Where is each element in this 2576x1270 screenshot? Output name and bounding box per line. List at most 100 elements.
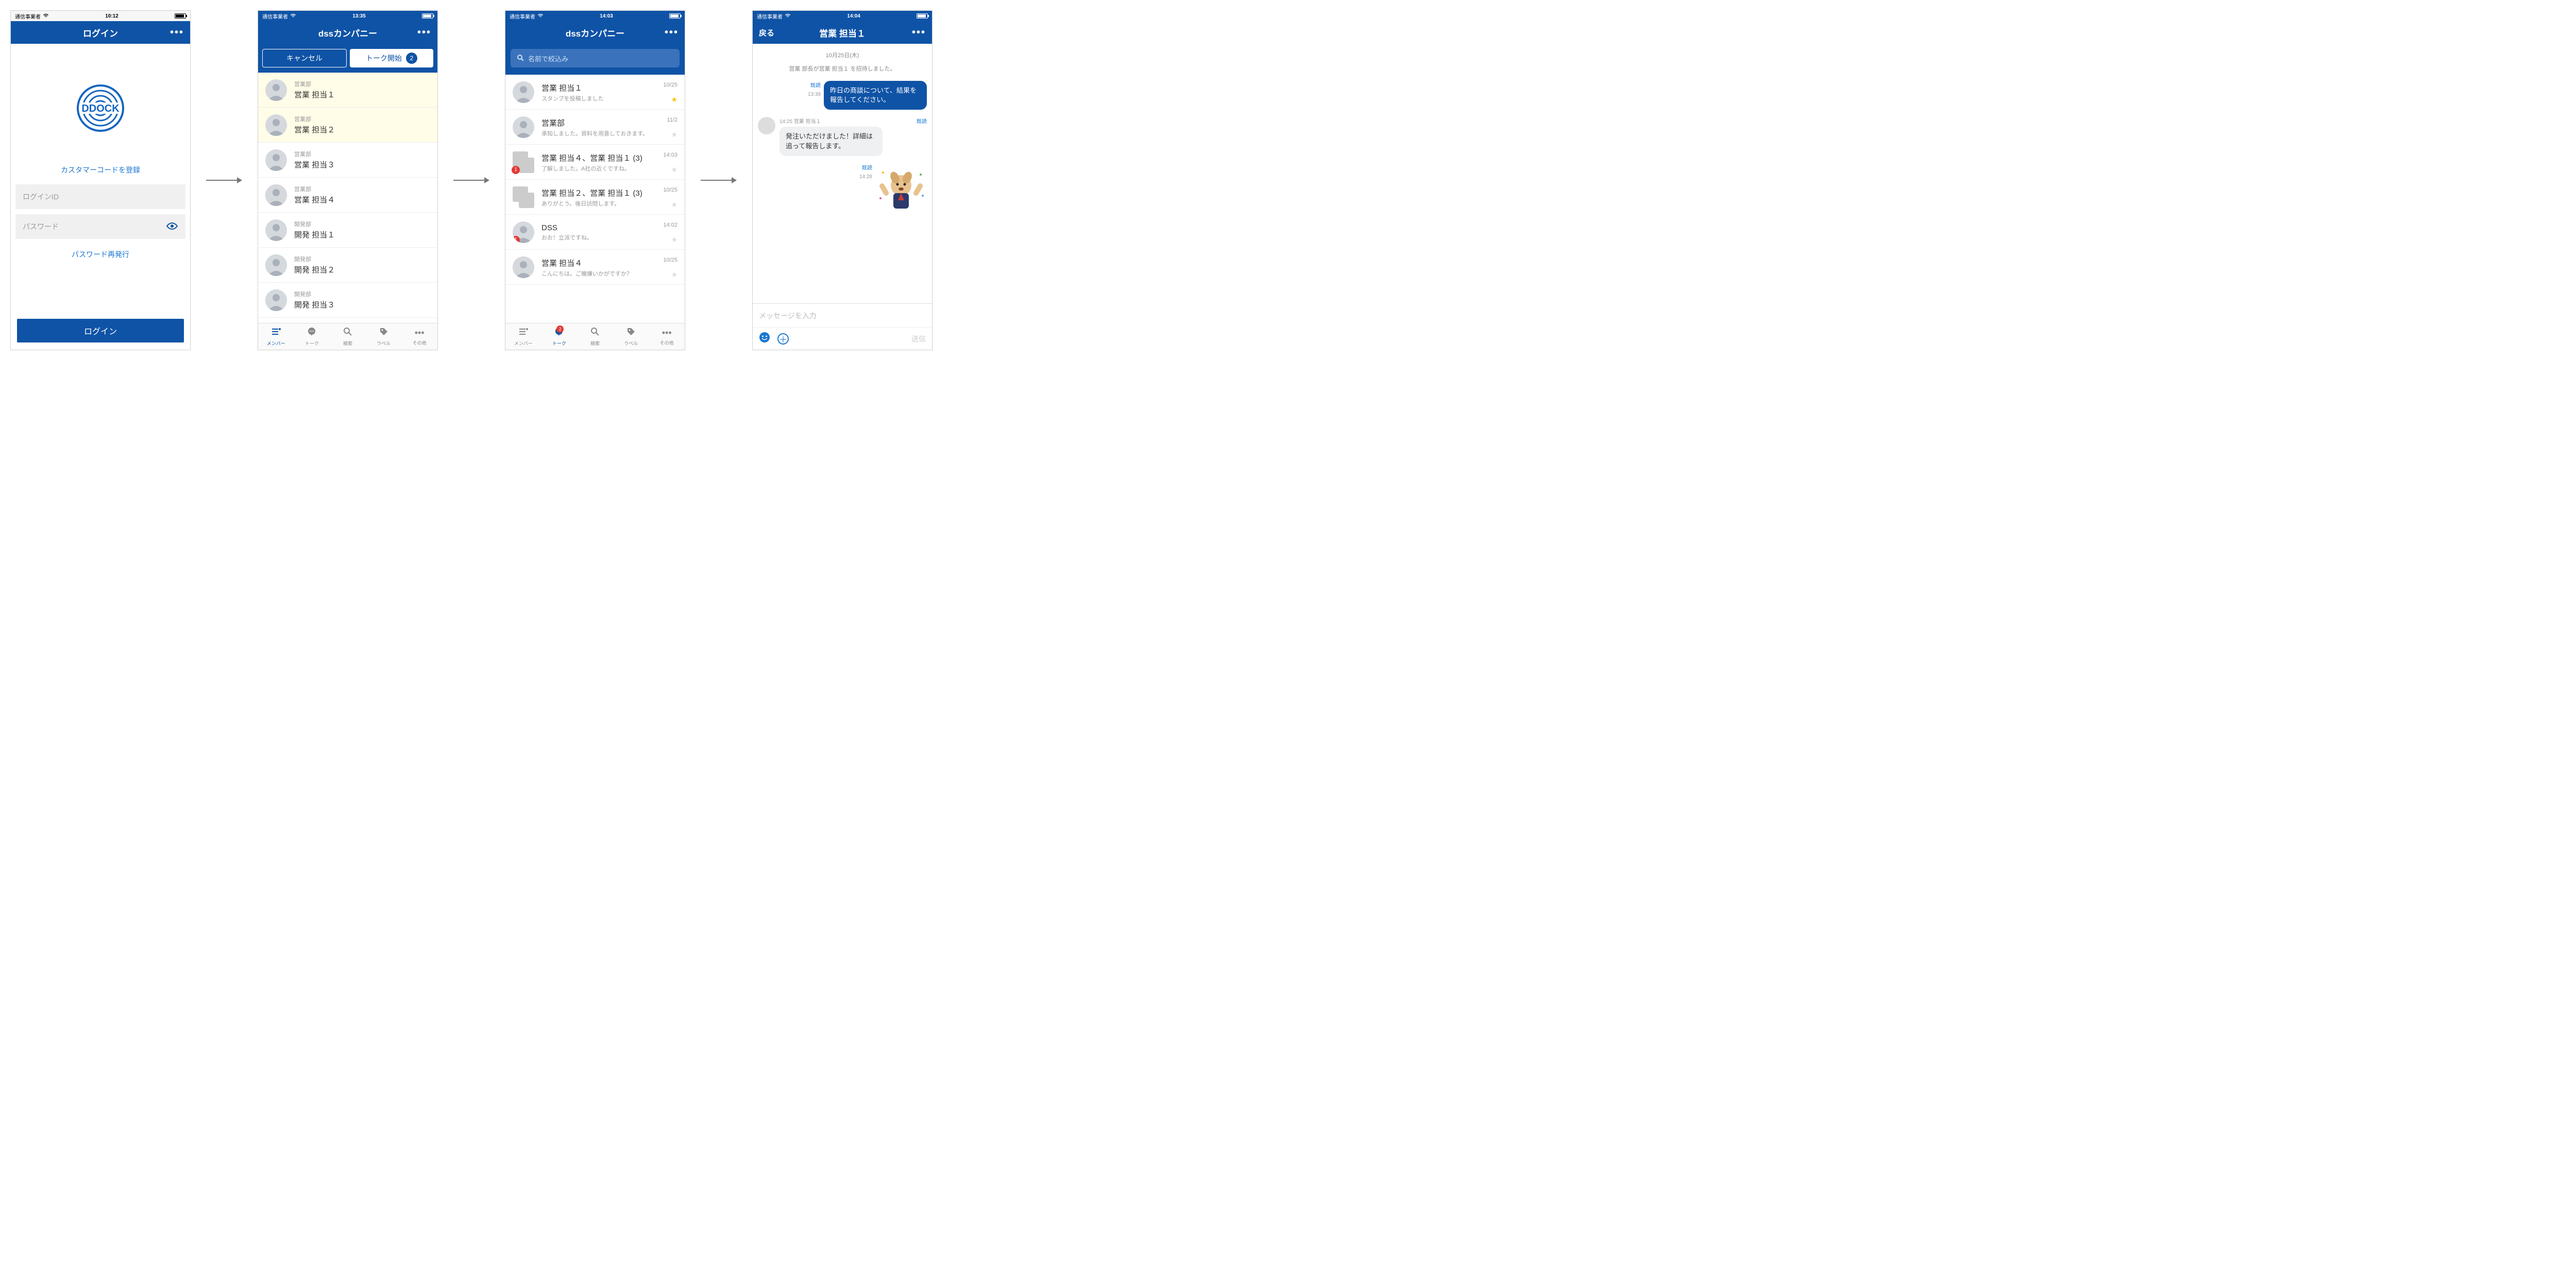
login-id-input[interactable]: ログインID bbox=[15, 184, 185, 209]
avatar bbox=[265, 79, 287, 101]
talk-item[interactable]: 1営業 担当４、営業 担当１ (3)了解しました。A社の近くですね。14:03★ bbox=[505, 145, 685, 180]
cancel-button[interactable]: キャンセル bbox=[262, 49, 347, 67]
tab-label[interactable]: ラベル bbox=[613, 323, 649, 350]
read-label: 既読 bbox=[862, 163, 872, 171]
password-placeholder: パスワード bbox=[23, 221, 59, 232]
stamp-time: 14:28 bbox=[859, 174, 872, 180]
talk-list[interactable]: 営業 担当１スタンプを投稿しました10/25★営業部承知しました。資料を用意して… bbox=[505, 75, 685, 323]
chat-body[interactable]: 10月25日(木) 営業 部長が営業 担当１ を招待しました。 既読 13:39… bbox=[753, 44, 932, 303]
eye-icon[interactable] bbox=[166, 222, 178, 232]
member-name: 開発 担当２ bbox=[294, 264, 430, 275]
star-icon[interactable]: ★ bbox=[671, 165, 677, 174]
tab-other[interactable]: •••その他 bbox=[649, 323, 685, 350]
talk-icon bbox=[307, 327, 317, 339]
tab-other[interactable]: •••その他 bbox=[401, 323, 437, 350]
statusbar: 通信事業者 10:12 bbox=[11, 11, 190, 21]
login-content: DDOCK カスタマーコードを登録 ログインID パスワード パスワード再発行 … bbox=[11, 44, 190, 350]
tab-talk[interactable]: トーク bbox=[294, 323, 330, 350]
more-icon[interactable]: ••• bbox=[170, 27, 184, 39]
sent-message: 既読 13:39 昨日の商談について、結果を報告してください。 bbox=[758, 81, 927, 110]
recv-time: 14:25 bbox=[779, 119, 792, 125]
avatar: 1 bbox=[513, 221, 534, 243]
talk-item[interactable]: 営業部承知しました。資料を用意しておきます。11/2★ bbox=[505, 110, 685, 145]
battery-icon bbox=[669, 13, 681, 19]
tab-search[interactable]: 検索 bbox=[577, 323, 613, 350]
talk-preview: 了解しました。A社の近くですね。 bbox=[541, 164, 677, 173]
avatar: 1 bbox=[513, 151, 534, 173]
member-item[interactable]: 開発部開発 担当３ bbox=[258, 283, 437, 318]
search-icon bbox=[517, 54, 524, 63]
emoji-icon[interactable] bbox=[759, 332, 770, 346]
member-icon bbox=[271, 327, 281, 339]
talk-item[interactable]: 営業 担当１スタンプを投稿しました10/25★ bbox=[505, 75, 685, 110]
send-button[interactable]: 送信 bbox=[911, 334, 926, 344]
unread-badge: 1 bbox=[512, 166, 520, 174]
ddock-logo: DDOCK bbox=[72, 80, 129, 139]
search-input[interactable]: 名前で絞込み bbox=[511, 49, 680, 67]
talk-item[interactable]: 1DSSおお！立派ですね。14:02★ bbox=[505, 215, 685, 250]
star-icon[interactable]: ★ bbox=[671, 95, 677, 104]
talk-date: 10/25 bbox=[663, 187, 677, 193]
clock: 10:12 bbox=[105, 13, 118, 19]
back-button[interactable]: 戻る bbox=[759, 27, 774, 38]
talk-date: 10/25 bbox=[663, 82, 677, 88]
tab-member[interactable]: メンバー bbox=[505, 323, 541, 350]
password-input[interactable]: パスワード bbox=[15, 214, 185, 239]
talk-date: 10/25 bbox=[663, 257, 677, 263]
svg-text:DDOCK: DDOCK bbox=[81, 103, 120, 114]
read-label: 既読 bbox=[810, 81, 821, 89]
tab-member[interactable]: メンバー bbox=[258, 323, 294, 350]
search-icon bbox=[590, 327, 600, 339]
avatar bbox=[513, 256, 534, 278]
carrier-label: 通信事業者 bbox=[15, 12, 41, 20]
tab-label[interactable]: ラベル bbox=[366, 323, 402, 350]
stamp-message: 既読 14:28 bbox=[758, 163, 927, 219]
tab-talk[interactable]: 2 トーク bbox=[541, 323, 578, 350]
member-list[interactable]: 営業部営業 担当１営業部営業 担当２営業部営業 担当３営業部営業 担当４開発部開… bbox=[258, 73, 437, 323]
label-icon bbox=[379, 327, 388, 339]
member-item[interactable]: 開発部開発 担当１ bbox=[258, 213, 437, 248]
clock: 14:03 bbox=[600, 13, 613, 19]
member-item[interactable]: 営業部営業 担当３ bbox=[258, 143, 437, 178]
date-label: 10月25日(木) bbox=[758, 51, 927, 59]
star-icon[interactable]: ★ bbox=[671, 200, 677, 209]
login-button[interactable]: ログイン bbox=[17, 319, 184, 342]
star-icon[interactable]: ★ bbox=[671, 130, 677, 139]
member-item[interactable]: 開発部開発 担当２ bbox=[258, 248, 437, 283]
talk-preview: スタンプを投稿しました bbox=[541, 94, 677, 102]
avatar bbox=[265, 184, 287, 206]
member-item[interactable]: 営業部営業 担当２ bbox=[258, 108, 437, 143]
screen-talks: 通信事業者 14:03 dssカンパニー ••• 名前で絞込み 営業 担当１スタ… bbox=[505, 10, 685, 350]
search-placeholder: 名前で絞込み bbox=[528, 54, 568, 63]
star-icon[interactable]: ★ bbox=[671, 235, 677, 244]
chat-input[interactable]: メッセージを入力 bbox=[753, 303, 932, 327]
selected-count-badge: 2 bbox=[406, 53, 417, 64]
carrier-label: 通信事業者 bbox=[510, 12, 535, 20]
navbar: dssカンパニー ••• bbox=[258, 21, 437, 44]
nav-title: dssカンパニー bbox=[318, 26, 377, 39]
member-item[interactable]: 営業部営業 担当１ bbox=[258, 73, 437, 108]
plus-icon[interactable]: ＋ bbox=[777, 333, 789, 345]
register-link[interactable]: カスタマーコードを登録 bbox=[61, 165, 140, 175]
talk-preview: おお！立派ですね。 bbox=[541, 233, 677, 242]
tab-search[interactable]: 検索 bbox=[330, 323, 366, 350]
talk-item[interactable]: 営業 担当２、営業 担当１ (3)ありがとう。後日訪問します。10/25★ bbox=[505, 180, 685, 215]
talk-date: 14:02 bbox=[663, 222, 677, 228]
talk-preview: こんにちは。ご機嫌いかがですか？ bbox=[541, 269, 677, 278]
battery-icon bbox=[422, 13, 433, 19]
unread-badge: 1 bbox=[513, 236, 520, 243]
member-item[interactable]: 営業部営業 担当４ bbox=[258, 178, 437, 213]
avatar bbox=[265, 254, 287, 276]
star-icon[interactable]: ★ bbox=[671, 270, 677, 279]
password-reissue-link[interactable]: パスワード再発行 bbox=[72, 249, 129, 260]
start-talk-button[interactable]: トーク開始 2 bbox=[350, 49, 433, 67]
more-icon[interactable]: ••• bbox=[417, 27, 431, 39]
more-icon[interactable]: ••• bbox=[665, 27, 679, 39]
avatar bbox=[513, 116, 534, 138]
wifi-icon bbox=[43, 13, 49, 20]
talk-item[interactable]: 営業 担当４こんにちは。ご機嫌いかがですか？10/25★ bbox=[505, 250, 685, 285]
more-icon[interactable]: ••• bbox=[912, 27, 926, 39]
recv-bubble: 発注いただけました！詳細は追って報告します。 bbox=[779, 127, 883, 156]
member-dept: 開発部 bbox=[294, 255, 430, 263]
navbar: dssカンパニー ••• bbox=[505, 21, 685, 44]
